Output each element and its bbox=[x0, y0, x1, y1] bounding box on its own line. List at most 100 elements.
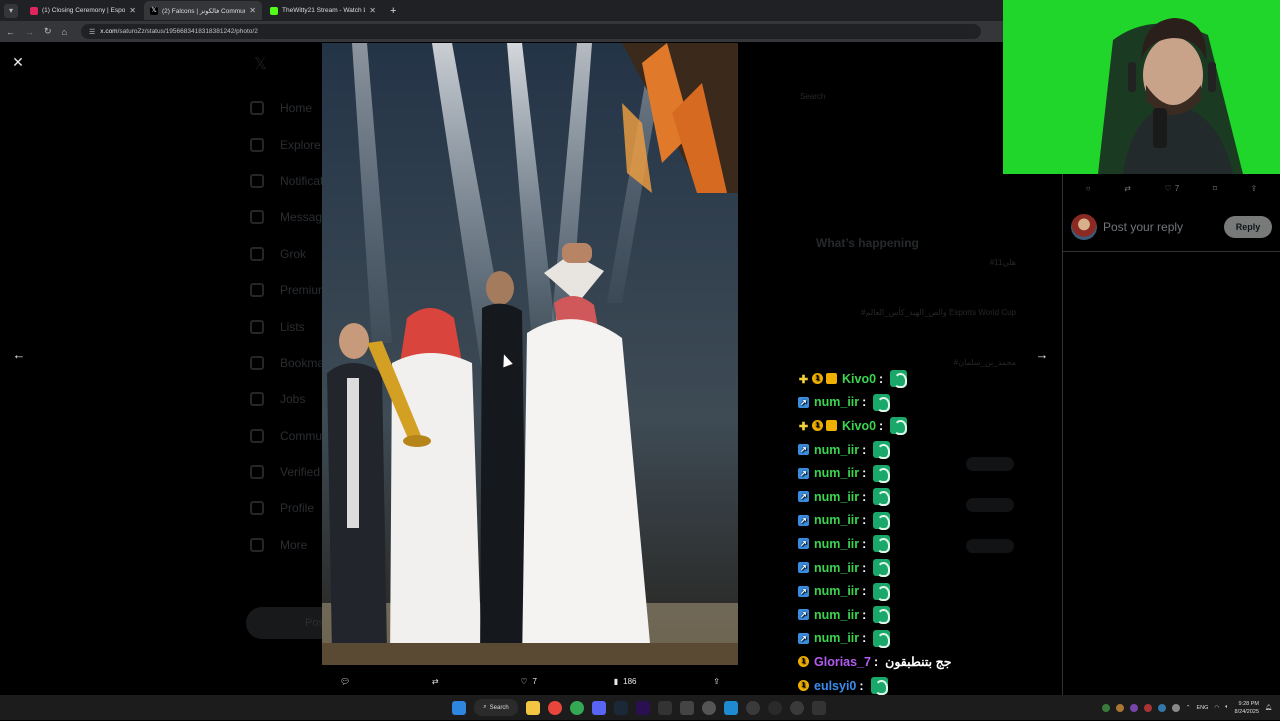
tab-search-icon[interactable]: ▾ bbox=[4, 3, 18, 18]
tray-app-icon[interactable] bbox=[1129, 703, 1138, 712]
heart-icon: ♡ bbox=[520, 676, 528, 686]
taskbar-apps: ⌕ Search bbox=[452, 695, 826, 720]
browser-tab-3[interactable]: TheWitty21 Stream - Watch Live ✕ bbox=[264, 1, 382, 20]
tray-app-icon[interactable] bbox=[1157, 703, 1166, 712]
chat-username[interactable]: num_iir bbox=[814, 490, 859, 504]
tray-app-icon[interactable] bbox=[1115, 703, 1124, 712]
browser-tab-2[interactable]: 𝕏 (2) Falcons | فالكونز Community ✕ bbox=[144, 1, 262, 20]
emote-icon bbox=[890, 417, 908, 436]
like-count: 7 bbox=[532, 676, 537, 686]
chat-separator: : bbox=[879, 418, 884, 433]
chat-username[interactable]: Kivo0 bbox=[842, 419, 876, 433]
chat-username[interactable]: eulsyi0 bbox=[814, 679, 856, 693]
vscode-icon[interactable] bbox=[724, 700, 738, 715]
chat-username[interactable]: num_iir bbox=[814, 537, 859, 551]
repost-icon: ⇄ bbox=[1124, 183, 1131, 193]
rank-badge-icon: 1 bbox=[798, 680, 809, 692]
emote-icon bbox=[873, 535, 891, 554]
post-photo[interactable] bbox=[322, 43, 738, 665]
arrow-left-icon[interactable]: ← bbox=[9, 344, 29, 364]
emote-icon bbox=[873, 511, 891, 530]
share-button[interactable]: ⇪ bbox=[1250, 184, 1257, 193]
chat-username[interactable]: num_iir bbox=[814, 561, 859, 575]
app-icon[interactable] bbox=[680, 700, 694, 715]
volume-icon[interactable]: 🔈︎ bbox=[1225, 704, 1228, 711]
chat-separator: : bbox=[879, 371, 884, 386]
chat-message: ↗ num_iir : bbox=[798, 485, 1058, 509]
reload-icon[interactable]: ↻ bbox=[44, 26, 52, 37]
steam-icon[interactable] bbox=[614, 700, 628, 715]
tray-app-icon[interactable] bbox=[1101, 703, 1110, 712]
chat-username[interactable]: num_iir bbox=[814, 466, 859, 480]
github-icon[interactable] bbox=[702, 700, 716, 715]
chat-separator: : bbox=[862, 631, 867, 646]
close-icon[interactable]: ✕ bbox=[9, 53, 27, 71]
reply-button[interactable]: 💬︎ bbox=[340, 677, 355, 686]
like-button[interactable]: ♡ 7 bbox=[520, 677, 537, 686]
wifi-icon[interactable]: ◠ bbox=[1214, 705, 1219, 711]
emote-icon bbox=[873, 441, 891, 460]
share-button[interactable]: ⇪ bbox=[713, 677, 720, 686]
browser-tab-1[interactable]: (1) Closing Ceremony | Esports ✕ bbox=[24, 1, 142, 20]
back-icon[interactable]: ← bbox=[6, 27, 15, 37]
chrome-icon[interactable] bbox=[570, 700, 584, 715]
app-icon[interactable] bbox=[790, 700, 804, 715]
chat-username[interactable]: num_iir bbox=[814, 608, 859, 622]
notification-icon[interactable]: 🔔︎ bbox=[1265, 705, 1272, 711]
reply-submit-button[interactable]: Reply bbox=[1224, 215, 1272, 238]
app-icon[interactable] bbox=[746, 700, 760, 715]
close-tab-icon[interactable]: ✕ bbox=[249, 6, 256, 15]
tab-title: (1) Closing Ceremony | Esports bbox=[42, 7, 126, 14]
reply-button[interactable]: ○ bbox=[1086, 184, 1091, 193]
windows-start-icon[interactable] bbox=[452, 700, 466, 715]
chat-message: ↗ num_iir : bbox=[798, 603, 1058, 627]
url-input[interactable]: ☰ x.com/saturoZz/status/1956683418318381… bbox=[80, 24, 981, 39]
chat-message: ↗ num_iir : bbox=[798, 579, 1058, 603]
chat-username[interactable]: num_iir bbox=[814, 513, 859, 527]
clock[interactable]: 9:28 PM 8/24/2025 bbox=[1235, 700, 1259, 716]
discord-icon[interactable] bbox=[592, 700, 606, 715]
forward-icon[interactable]: → bbox=[25, 27, 34, 37]
chat-username[interactable]: num_iir bbox=[814, 584, 859, 598]
chat-separator: : bbox=[862, 395, 867, 410]
chat-username[interactable]: num_iir bbox=[814, 631, 859, 645]
chat-separator: : bbox=[873, 654, 879, 669]
obs-icon[interactable] bbox=[768, 700, 782, 715]
repost-button[interactable]: ⇄ bbox=[1124, 184, 1131, 193]
plus-icon[interactable]: + bbox=[390, 5, 396, 17]
chat-username[interactable]: Kivo0 bbox=[842, 372, 876, 386]
home-icon[interactable]: ⌂ bbox=[62, 27, 67, 37]
tray-app-icon[interactable] bbox=[1171, 703, 1180, 712]
app-icon[interactable] bbox=[658, 700, 672, 715]
chat-separator: : bbox=[862, 489, 867, 504]
app-icon[interactable] bbox=[812, 700, 826, 715]
url-host: x.com bbox=[100, 28, 118, 35]
site-info-icon[interactable]: ☰ bbox=[89, 28, 95, 36]
chat-separator: : bbox=[862, 513, 867, 528]
language-indicator[interactable]: ENG bbox=[1197, 705, 1209, 711]
close-tab-icon[interactable]: ✕ bbox=[369, 6, 376, 15]
like-button[interactable]: ♡ 7 bbox=[1165, 184, 1180, 193]
more-icon bbox=[250, 537, 264, 552]
stream-chat: ✚ 1 Kivo0 : ↗ num_iir : ✚ 1 Kivo0 : ↗ num_iir : ↗ n… bbox=[798, 367, 1058, 721]
bookmark-button[interactable]: ⌑ bbox=[1213, 184, 1217, 193]
close-tab-icon[interactable]: ✕ bbox=[129, 6, 136, 15]
chrome-icon[interactable] bbox=[548, 700, 562, 715]
crown-badge-icon bbox=[826, 373, 837, 385]
browser-tab-strip: ▾ (1) Closing Ceremony | Esports ✕ 𝕏 (2)… bbox=[0, 0, 1003, 21]
repost-button[interactable]: ⇄ bbox=[432, 677, 444, 686]
arrow-right-icon[interactable]: → bbox=[1032, 344, 1052, 364]
views-button[interactable]: ▮ 186 bbox=[614, 677, 637, 686]
clock-date: 8/24/2025 bbox=[1234, 708, 1260, 715]
chat-username[interactable]: num_iir bbox=[814, 443, 859, 457]
chat-username[interactable]: num_iir bbox=[814, 395, 859, 409]
taskbar-search[interactable]: ⌕ Search bbox=[474, 699, 518, 716]
file-explorer-icon[interactable] bbox=[526, 700, 540, 715]
comment-icon: 💬︎ bbox=[340, 676, 351, 686]
kick-icon bbox=[270, 6, 278, 15]
chevron-up-icon[interactable]: ⌃ bbox=[1186, 705, 1191, 711]
tray-app-icon[interactable] bbox=[1143, 703, 1152, 712]
premiere-icon[interactable] bbox=[636, 700, 650, 715]
chat-username[interactable]: Glorias_7 bbox=[814, 655, 871, 669]
reply-input[interactable]: Post your reply bbox=[1103, 220, 1218, 234]
